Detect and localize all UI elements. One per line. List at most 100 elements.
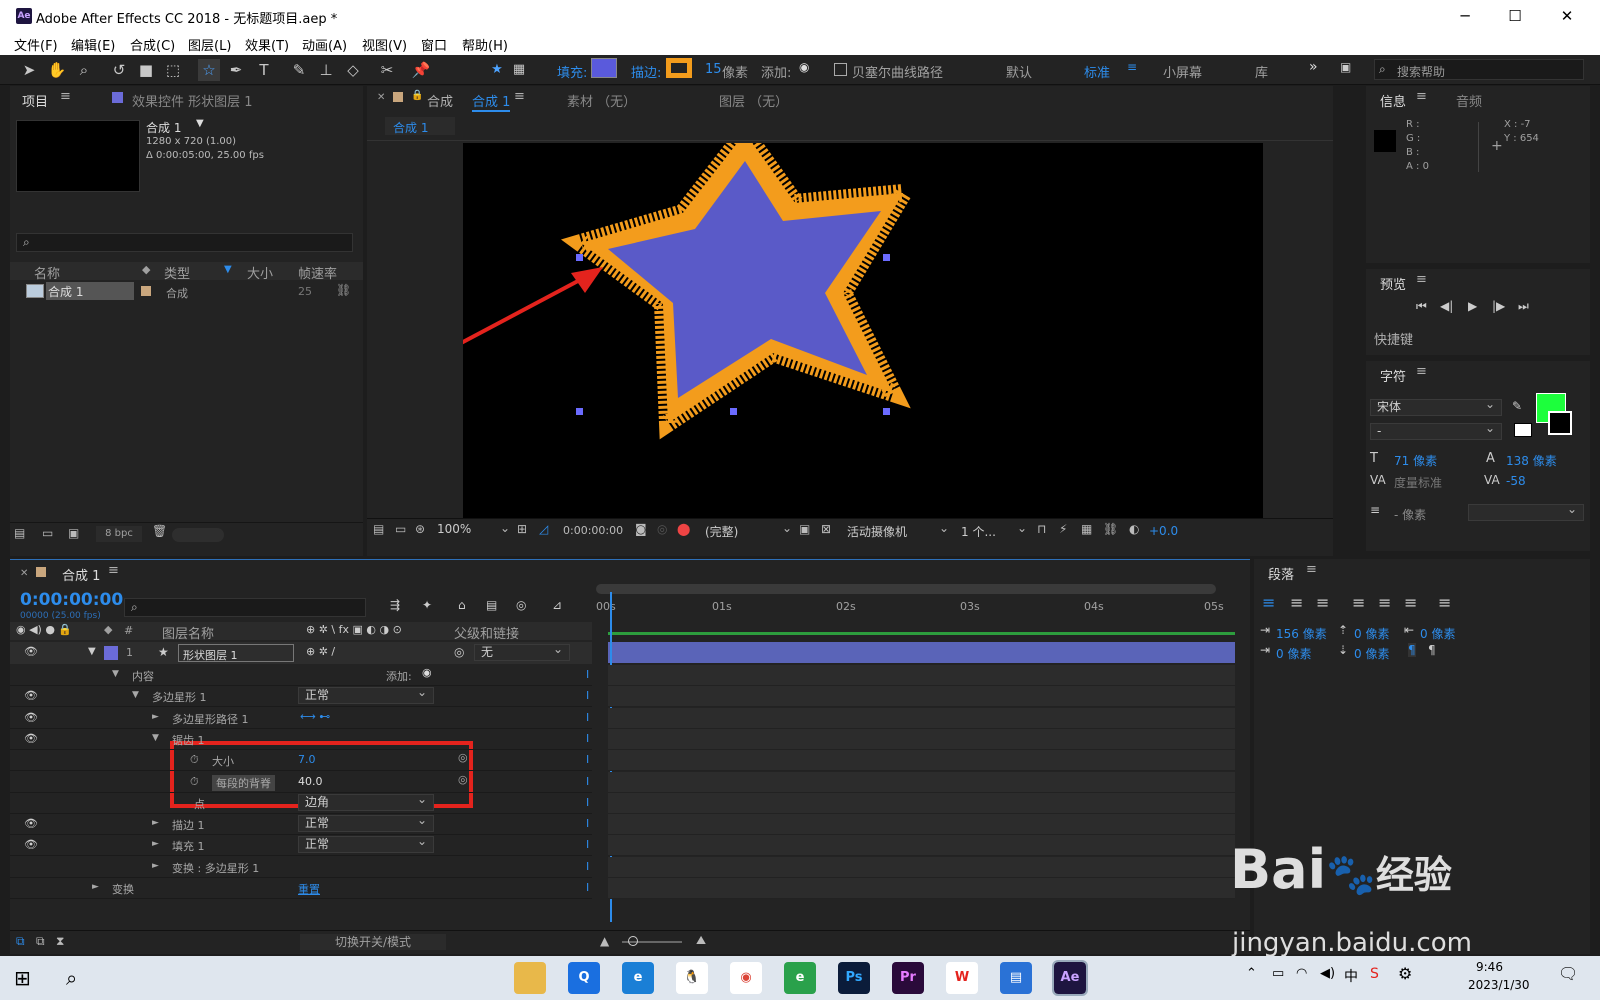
align-left-icon[interactable]: ≡ bbox=[1262, 593, 1275, 612]
puppet-tool-icon[interactable]: 📌 bbox=[410, 59, 432, 81]
clock-date[interactable]: 2023/1/30 bbox=[1468, 978, 1530, 992]
tab-info[interactable]: 信息 bbox=[1380, 91, 1406, 110]
property-row[interactable]: ⏱ 每段的背脊 40.0 ◎ I bbox=[10, 771, 592, 793]
stopwatch-icon[interactable]: ⏱ bbox=[190, 753, 199, 767]
pick-whip-icon[interactable]: ◎ bbox=[458, 751, 468, 764]
new-comp-icon[interactable]: ▣ bbox=[68, 526, 79, 540]
file-explorer-icon[interactable] bbox=[514, 962, 546, 994]
expand-arrow-icon[interactable]: ► bbox=[92, 882, 99, 892]
more-workspaces-icon[interactable]: » bbox=[1309, 59, 1318, 75]
tab-layer[interactable]: 图层 （无） bbox=[719, 91, 788, 110]
property-track[interactable] bbox=[608, 856, 1235, 878]
next-frame-icon[interactable]: |▶ bbox=[1492, 299, 1505, 313]
timeline-icon[interactable]: ▦ bbox=[1081, 522, 1092, 536]
reset-exposure-icon[interactable]: ◐ bbox=[1129, 522, 1139, 536]
after-effects-icon[interactable]: Ae bbox=[1052, 960, 1088, 996]
bit-depth-button[interactable]: 8 bpc bbox=[96, 526, 142, 542]
expand-arrow-icon[interactable]: ► bbox=[152, 818, 159, 828]
visibility-eye-icon[interactable]: 👁 bbox=[24, 732, 38, 745]
brush-tool-icon[interactable]: ✎ bbox=[288, 59, 310, 81]
leading-value[interactable]: 138 像素 bbox=[1506, 452, 1557, 469]
work-area-bar[interactable] bbox=[596, 584, 1216, 594]
menu-composition[interactable]: 合成(C) bbox=[130, 35, 175, 54]
visibility-eye-icon[interactable]: 👁 bbox=[24, 689, 38, 702]
volume-icon[interactable]: ◀) bbox=[1320, 966, 1335, 981]
layer-switches-toggle-icon[interactable]: ⧉ bbox=[16, 934, 25, 949]
interpret-footage-icon[interactable]: ▤ bbox=[14, 526, 25, 540]
transparency-grid-icon[interactable]: ⊠ bbox=[821, 522, 831, 536]
stroke-color-swatch[interactable] bbox=[1548, 411, 1572, 435]
fill-color-swatch[interactable] bbox=[591, 58, 617, 78]
justify-all-icon[interactable]: ≡ bbox=[1438, 593, 1451, 612]
safe-zones-icon[interactable]: ⊞ bbox=[517, 522, 527, 536]
property-row[interactable]: ► 变换 : 多边星形 1 I bbox=[10, 856, 592, 878]
comp-menu-icon[interactable]: ≡ bbox=[514, 89, 525, 104]
property-track[interactable] bbox=[608, 665, 1235, 686]
fast-preview-icon[interactable]: ⚡ bbox=[1059, 522, 1067, 536]
rtl-direction-icon[interactable]: ¶ bbox=[1428, 643, 1436, 657]
flowchart-icon[interactable]: ⛓ bbox=[1103, 522, 1118, 536]
paragraph-menu-icon[interactable]: ≡ bbox=[1306, 562, 1317, 577]
property-dropdown[interactable]: 正常 bbox=[298, 834, 434, 854]
sort-arrow-icon[interactable]: ▼ bbox=[224, 264, 232, 275]
selection-tool-icon[interactable]: ➤ bbox=[18, 59, 40, 81]
menu-effect[interactable]: 效果(T) bbox=[245, 35, 289, 54]
path-operations-icon[interactable]: ⟷ ⊷ bbox=[300, 710, 330, 723]
property-row[interactable]: ▼ 内容 添加: ◉ I bbox=[10, 664, 592, 686]
timeline-menu-icon[interactable]: ≡ bbox=[108, 563, 119, 578]
close-button[interactable]: ✕ bbox=[1544, 0, 1590, 33]
new-folder-icon[interactable]: ▭ bbox=[42, 526, 53, 540]
project-search-input[interactable]: ⌕ bbox=[16, 233, 353, 252]
graph-editor-icon[interactable]: ⊿ bbox=[552, 598, 562, 612]
menu-window[interactable]: 窗口 bbox=[421, 35, 447, 54]
always-preview-icon[interactable]: ▤ bbox=[373, 522, 384, 536]
menu-help[interactable]: 帮助(H) bbox=[462, 35, 508, 54]
layer-duration-bar[interactable] bbox=[608, 642, 1235, 663]
property-dropdown[interactable]: 正常 bbox=[298, 813, 434, 833]
hand-tool-icon[interactable]: ✋ bbox=[46, 59, 68, 81]
stroke-width-value[interactable]: - 像素 bbox=[1394, 506, 1426, 523]
reset-link[interactable]: 重置 bbox=[298, 881, 320, 897]
tab-project[interactable]: 项目 bbox=[22, 91, 48, 110]
stroke-style-dropdown[interactable] bbox=[1468, 502, 1584, 521]
layer-name[interactable]: 形状图层 1 bbox=[178, 644, 294, 662]
zoom-tool-icon[interactable]: ⌕ bbox=[73, 59, 95, 81]
last-frame-icon[interactable]: ⏭ bbox=[1518, 299, 1529, 314]
tab-character[interactable]: 字符 bbox=[1380, 366, 1406, 385]
timeline-timecode[interactable]: 0:00:00:00 bbox=[20, 590, 123, 610]
menu-layer[interactable]: 图层(L) bbox=[188, 35, 231, 54]
monitor-icon[interactable]: ▭ bbox=[395, 522, 406, 536]
bbox-handle[interactable] bbox=[576, 254, 583, 261]
comp-dropdown-icon[interactable]: ▼ bbox=[196, 118, 204, 129]
ime-indicator[interactable]: 中 bbox=[1344, 966, 1358, 986]
vr-icon[interactable]: ⊛ bbox=[415, 522, 425, 536]
tab-paragraph[interactable]: 段落 bbox=[1268, 564, 1294, 583]
property-track[interactable] bbox=[608, 728, 1235, 750]
settings-gear-icon[interactable]: ⚙ bbox=[1398, 964, 1412, 983]
tab-timeline-comp[interactable]: 合成 1 bbox=[62, 565, 100, 584]
lock-icon[interactable]: 🔒 bbox=[411, 90, 423, 101]
snapshot-icon[interactable]: ◙ bbox=[635, 522, 647, 536]
shape-star-icon[interactable]: ★ bbox=[486, 59, 508, 81]
mask-visibility-icon[interactable]: ◿ bbox=[539, 522, 548, 536]
justify-left-icon[interactable]: ≡ bbox=[1352, 593, 1365, 612]
tab-preview[interactable]: 预览 bbox=[1380, 274, 1406, 293]
workspace-library[interactable]: 库 bbox=[1255, 62, 1268, 81]
project-row[interactable]: 合成 1 合成 25 ⛓ bbox=[10, 282, 363, 300]
visibility-eye-icon[interactable]: 👁 bbox=[24, 838, 38, 851]
font-style-dropdown[interactable]: - bbox=[1370, 421, 1502, 440]
chrome-icon[interactable]: ◉ bbox=[730, 962, 762, 994]
zoom-out-icon[interactable]: ▲ bbox=[600, 934, 609, 948]
pen-tool-icon[interactable]: ✒ bbox=[225, 59, 247, 81]
help-search[interactable]: ⌕ 搜索帮助 bbox=[1374, 59, 1584, 80]
expand-arrow-icon[interactable]: ▼ bbox=[132, 690, 139, 700]
stroke-color-swatch[interactable] bbox=[666, 58, 692, 78]
bbox-handle[interactable] bbox=[883, 408, 890, 415]
mask-icon[interactable]: ▦ bbox=[508, 59, 530, 81]
zoom-slider-thumb[interactable] bbox=[628, 936, 638, 946]
visibility-eye-icon[interactable]: 👁 bbox=[24, 817, 38, 830]
timeline-search-input[interactable]: ⌕ bbox=[124, 598, 366, 617]
property-track[interactable] bbox=[608, 707, 1235, 729]
close-tab-icon[interactable]: ✕ bbox=[377, 92, 385, 103]
edge-icon[interactable]: e bbox=[622, 962, 654, 994]
